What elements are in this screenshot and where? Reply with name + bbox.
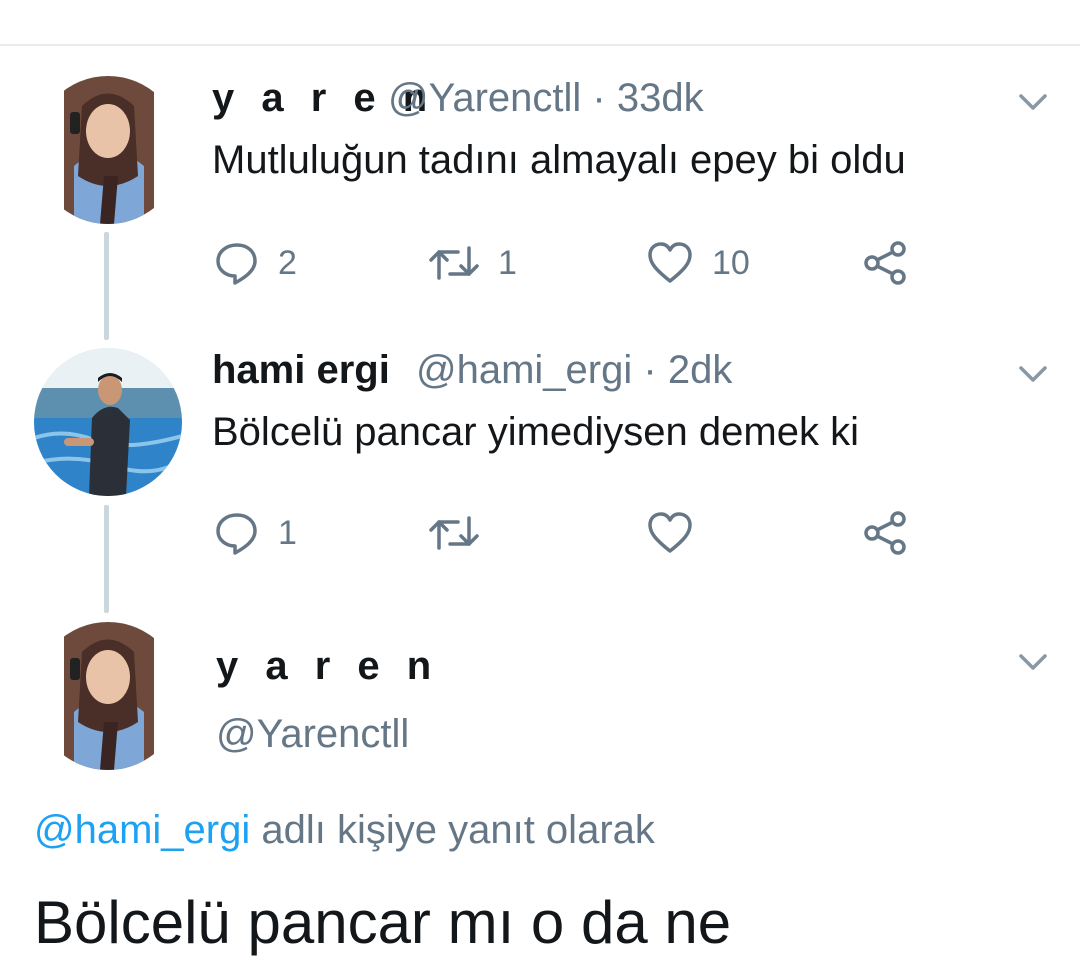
heart-icon <box>648 242 692 283</box>
display-name[interactable]: hami ergi <box>212 348 390 393</box>
header-divider <box>0 0 1080 46</box>
like-button[interactable]: 10 <box>646 238 750 288</box>
separator-dot: · <box>643 348 657 392</box>
reply-button[interactable]: 1 <box>214 508 297 558</box>
share-button[interactable] <box>862 508 910 558</box>
handle-and-time: @hami_ergi · 2dk <box>416 348 732 393</box>
reply-mention-link[interactable]: @hami_ergi <box>34 808 250 852</box>
retweet-count: 1 <box>498 243 517 282</box>
thread-connector <box>104 232 109 340</box>
tweet-text: Bölcelü pancar yimediysen demek ki <box>212 410 859 454</box>
retweet-icon <box>429 246 479 280</box>
chevron-down-icon[interactable] <box>1018 652 1048 672</box>
avatar-yaren-photo <box>34 76 182 224</box>
replying-to-label: adlı kişiye yanıt olarak <box>250 808 655 852</box>
avatar-yaren-photo <box>34 622 182 770</box>
display-name[interactable]: y a r e n <box>216 644 439 689</box>
handle-and-time: @Yarenctll · 33dk <box>388 76 704 121</box>
retweet-icon <box>429 516 479 550</box>
like-count: 10 <box>712 243 750 282</box>
retweet-button[interactable]: 1 <box>428 238 517 288</box>
share-icon <box>864 511 906 555</box>
timestamp[interactable]: 2dk <box>668 348 733 392</box>
share-icon <box>864 241 906 285</box>
avatar[interactable] <box>34 348 182 496</box>
focused-tweet-text: Bölcelü pancar mı o da ne <box>34 889 732 956</box>
reply-button[interactable]: 2 <box>214 238 297 288</box>
avatar[interactable] <box>34 622 182 770</box>
like-button[interactable] <box>646 508 712 558</box>
reply-count: 1 <box>278 513 297 552</box>
avatar-hami-photo <box>34 348 182 496</box>
separator-dot: · <box>592 76 606 120</box>
handle[interactable]: @hami_ergi <box>416 348 632 392</box>
share-button[interactable] <box>862 238 910 288</box>
heart-icon <box>648 512 692 553</box>
handle[interactable]: @Yarenctll <box>388 76 581 120</box>
avatar[interactable] <box>34 76 182 224</box>
chevron-down-icon[interactable] <box>1018 92 1048 112</box>
retweet-button[interactable] <box>428 508 498 558</box>
timestamp[interactable]: 33dk <box>617 76 704 120</box>
handle[interactable]: @Yarenctll <box>216 712 409 757</box>
tweet-text: Mutluluğun tadını almayalı epey bi oldu <box>212 138 906 182</box>
reply-bubble-icon <box>216 243 257 285</box>
chevron-down-icon[interactable] <box>1018 364 1048 384</box>
reply-bubble-icon <box>216 513 257 555</box>
thread-connector <box>104 505 109 613</box>
replying-to: @hami_ergi adlı kişiye yanıt olarak <box>34 808 655 853</box>
reply-count: 2 <box>278 243 297 282</box>
